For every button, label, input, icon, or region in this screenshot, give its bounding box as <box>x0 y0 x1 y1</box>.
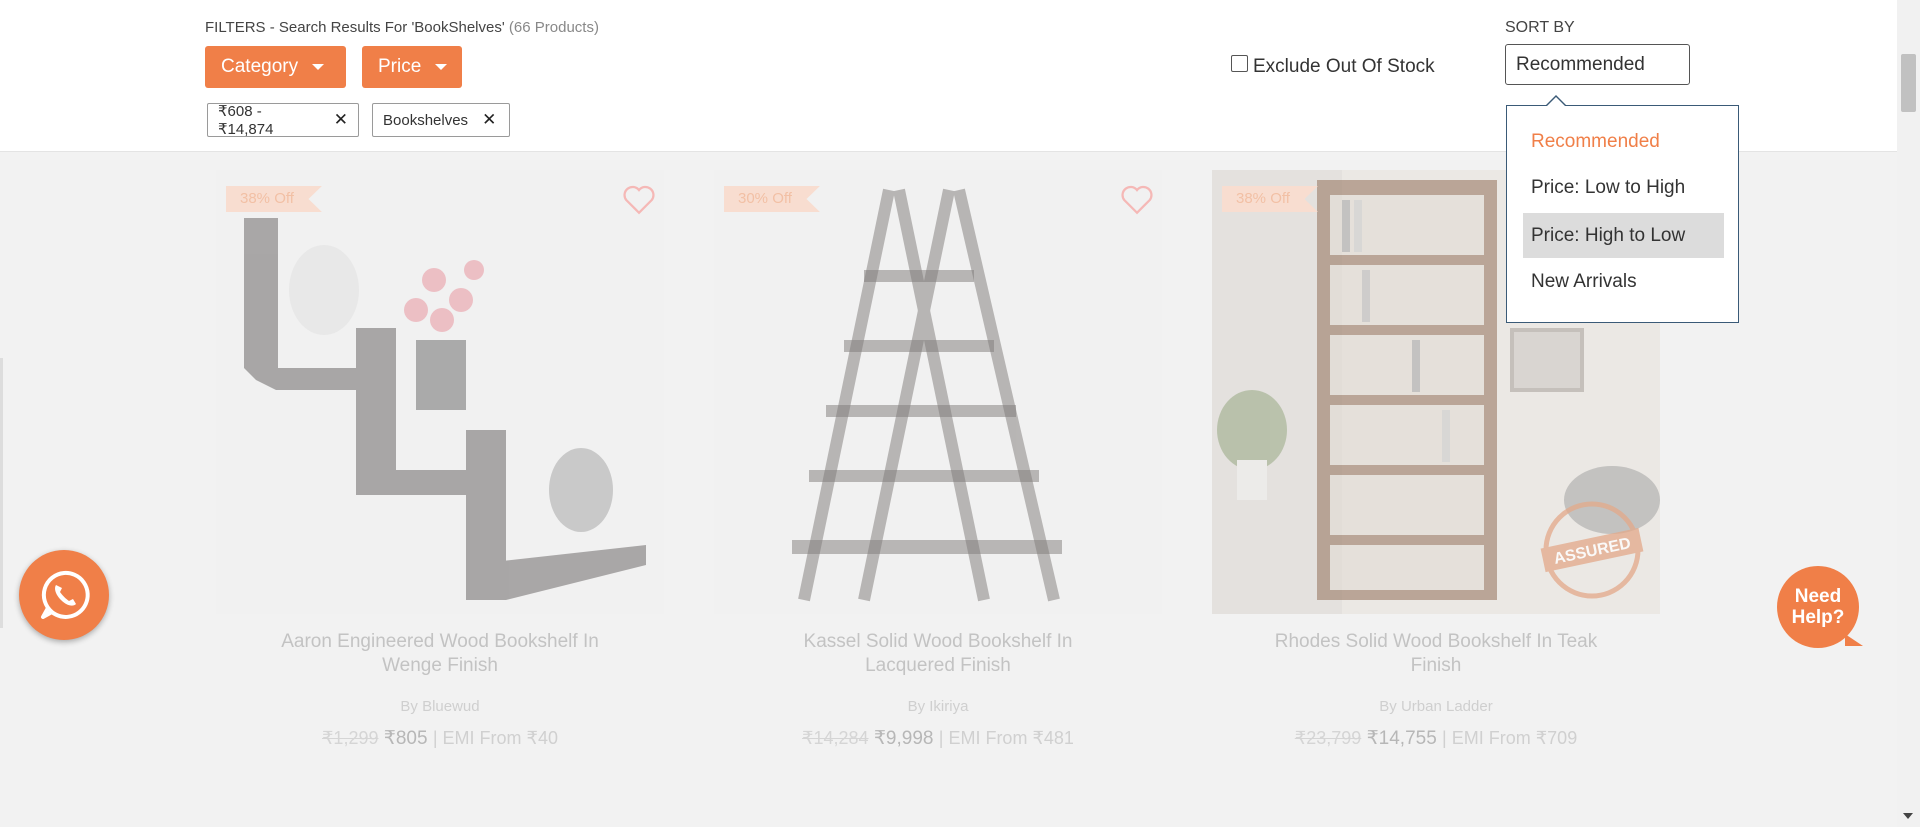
filter-chip-category: Bookshelves ✕ <box>372 103 510 137</box>
product-image[interactable]: 30% Off <box>714 170 1162 614</box>
whatsapp-button[interactable] <box>19 550 109 640</box>
product-title[interactable]: Aaron Engineered Wood Bookshelf In Wenge… <box>216 630 664 678</box>
exclude-out-of-stock-label: Exclude Out Of Stock <box>1253 56 1435 77</box>
product-card[interactable]: 38% Off Aaron Engineered Wood Bookshelf … <box>216 170 664 750</box>
product-price: ₹23,799 ₹14,755 | EMI From ₹709 <box>1212 727 1660 750</box>
emi-text: | EMI From ₹481 <box>938 728 1074 748</box>
caret-down-icon <box>435 64 448 70</box>
category-filter-button[interactable]: Category <box>205 46 346 88</box>
price-filter-button[interactable]: Price <box>362 46 462 88</box>
scrollbar-thumb[interactable] <box>1901 54 1916 112</box>
heart-icon[interactable] <box>622 184 656 216</box>
chat-tail <box>1845 634 1863 646</box>
sort-option-new-arrivals[interactable]: New Arrivals <box>1523 259 1724 304</box>
product-price: ₹14,284 ₹9,998 | EMI From ₹481 <box>714 727 1162 750</box>
discount-badge: 30% Off <box>724 186 820 212</box>
discount-badge: 38% Off <box>1222 186 1318 212</box>
product-title[interactable]: Kassel Solid Wood Bookshelf In Lacquered… <box>714 630 1162 678</box>
product-brand[interactable]: By Urban Ladder <box>1212 698 1660 715</box>
sort-option-recommended[interactable]: Recommended <box>1523 119 1724 164</box>
bookshelf-image <box>216 170 664 614</box>
close-icon[interactable]: ✕ <box>482 110 496 130</box>
filter-title: FILTERS - Search Results For 'BookShelve… <box>205 19 599 36</box>
new-price: ₹14,755 <box>1366 728 1437 749</box>
old-price: ₹14,284 <box>802 728 869 748</box>
caret-down-icon <box>312 64 325 70</box>
whatsapp-icon <box>41 570 90 619</box>
chip-label: ₹608 - ₹14,874 <box>218 103 274 138</box>
new-price: ₹805 <box>383 728 428 749</box>
bookshelf-image <box>714 170 1162 614</box>
sort-by-label: SORT BY <box>1505 19 1575 36</box>
old-price: ₹1,299 <box>321 728 379 748</box>
sort-dropdown: Recommended Price: Low to High Price: Hi… <box>1506 95 1739 323</box>
product-title[interactable]: Rhodes Solid Wood Bookshelf In Teak Fini… <box>1212 630 1660 678</box>
heart-icon[interactable] <box>1120 184 1154 216</box>
filter-chip-price: ₹608 - ₹14,874 ✕ <box>207 103 359 138</box>
product-brand[interactable]: By Bluewud <box>216 698 664 715</box>
emi-text: | EMI From ₹709 <box>1442 728 1578 748</box>
new-price: ₹9,998 <box>873 728 934 749</box>
exclude-out-of-stock-checkbox[interactable] <box>1231 54 1248 72</box>
sort-option-price-high-low[interactable]: Price: High to Low <box>1523 213 1724 258</box>
scrollbar[interactable] <box>1897 0 1920 827</box>
price-filter-label: Price <box>378 56 422 77</box>
need-help-button[interactable]: Need Help? <box>1777 566 1863 648</box>
sort-select[interactable]: Recommended <box>1505 44 1690 85</box>
category-filter-label: Category <box>221 56 299 77</box>
sort-option-price-low-high[interactable]: Price: Low to High <box>1523 165 1724 210</box>
chip-label: Bookshelves <box>383 111 469 129</box>
product-count: (66 Products) <box>508 19 599 36</box>
need-help-line2: Help? <box>1791 607 1845 628</box>
scroll-down-icon[interactable] <box>1903 813 1913 819</box>
filter-title-text: FILTERS - Search Results For 'BookShelve… <box>205 19 505 36</box>
product-brand[interactable]: By Ikiriya <box>714 698 1162 715</box>
discount-badge: 38% Off <box>226 186 322 212</box>
side-tab <box>0 358 3 628</box>
product-price: ₹1,299 ₹805 | EMI From ₹40 <box>216 727 664 750</box>
need-help-line1: Need <box>1794 586 1842 607</box>
product-image[interactable]: 38% Off <box>216 170 664 614</box>
close-icon[interactable]: ✕ <box>334 110 348 130</box>
old-price: ₹23,799 <box>1294 728 1362 748</box>
emi-text: | EMI From ₹40 <box>432 728 558 748</box>
product-card[interactable]: 30% Off Kassel Solid Wood Bookshelf In L… <box>714 170 1162 750</box>
exclude-out-of-stock[interactable]: Exclude Out Of Stock <box>1231 54 1435 78</box>
